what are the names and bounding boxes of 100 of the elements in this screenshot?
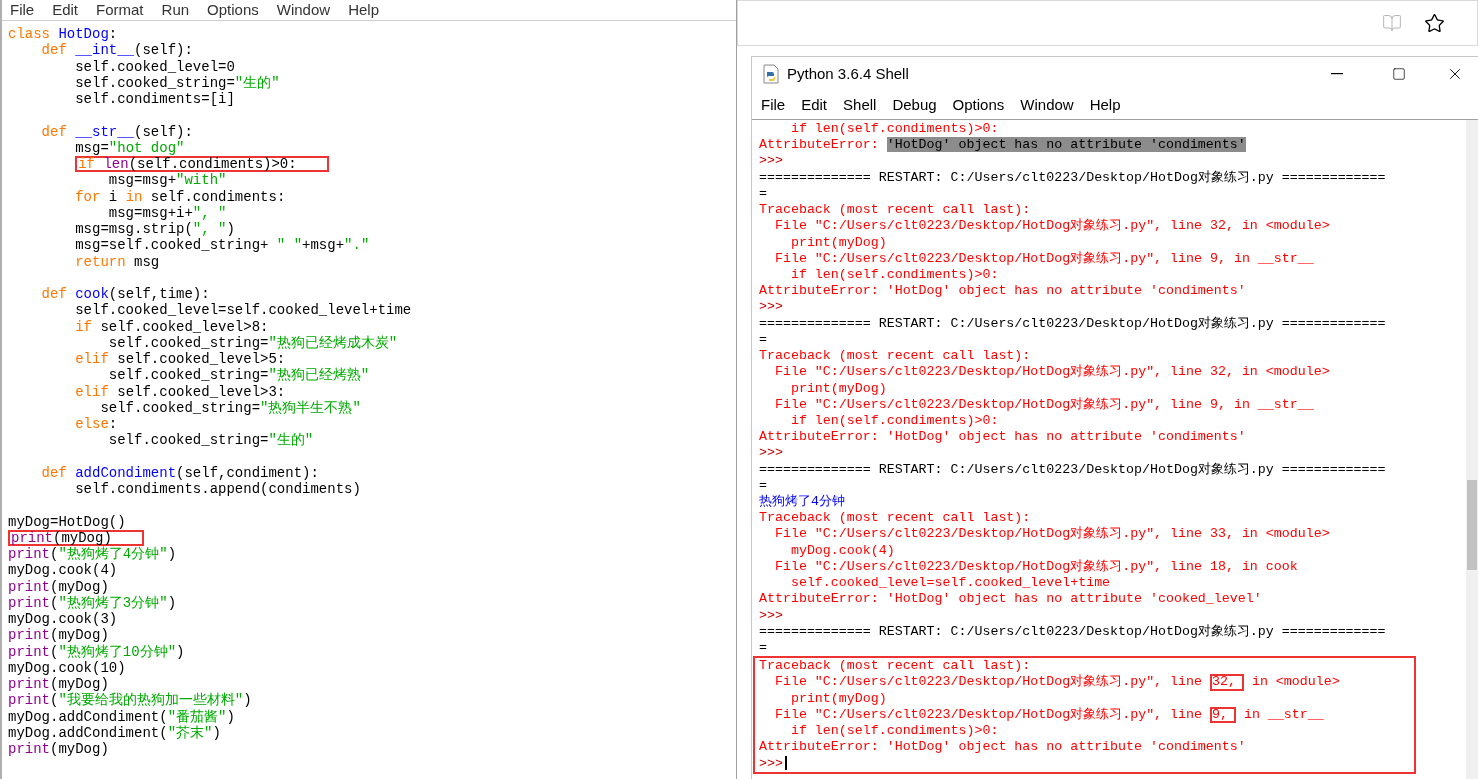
- shell-line: Traceback (most recent call last):: [759, 202, 1031, 219]
- menu-item[interactable]: Help: [348, 1, 379, 19]
- code-line: msg=msg+i+", ": [107, 204, 227, 221]
- code-line: self.condiments.append(condiments): [74, 481, 361, 498]
- code-line: def addCondiment(self,condiment):: [40, 464, 319, 481]
- shell-line: print(myDog): [789, 380, 887, 397]
- code-line: myDog.addCondiment("番茄酱"): [8, 708, 235, 725]
- shell-line: File "C:/Users/clt0223/Desktop/HotDog对象练习.py", line 32, in <module>: [773, 674, 1340, 691]
- menu-item[interactable]: Debug: [892, 93, 937, 117]
- code-line: msg=msg+"with": [107, 172, 227, 189]
- code-line: myDog.addCondiment("芥末"): [8, 724, 221, 741]
- code-line: def __str__(self):: [40, 123, 193, 140]
- code-line: print("热狗烤了4分钟"): [8, 546, 177, 563]
- shell-line: =: [759, 640, 767, 657]
- code-line: return msg: [74, 253, 160, 270]
- code-line: self.condiments=[i]: [74, 91, 235, 108]
- shell-line: AttributeError: 'HotDog' object has no attribute 'condiments': [759, 283, 1246, 300]
- menu-item[interactable]: File: [761, 93, 786, 117]
- maximize-icon: [1392, 67, 1406, 81]
- code-line: print(myDog): [8, 676, 109, 692]
- code-line: print(myDog): [8, 741, 109, 758]
- menu-item[interactable]: Edit: [52, 1, 79, 19]
- code-line: print("热狗烤了10分钟"): [8, 643, 185, 660]
- shell-line: ============== RESTART: C:/Users/clt0223/Desktop/HotDog对象练习.py =============: [759, 623, 1386, 640]
- menu-item[interactable]: Options: [207, 1, 259, 19]
- code-line: msg=msg.strip(", "): [74, 221, 235, 238]
- code-line: msg="hot dog": [74, 139, 185, 156]
- code-line: def __int__(self):: [40, 42, 193, 59]
- shell-line: File "C:/Users/clt0223/Desktop/HotDog对象练习.py", line 9, in __str__: [773, 396, 1314, 413]
- shell-line: if len(self.condiments)>0:: [789, 412, 999, 430]
- shell-line: >>>: [759, 755, 787, 772]
- shell-line: >>>: [759, 299, 783, 316]
- menu-item[interactable]: Window: [1020, 93, 1074, 117]
- code-line: self.cooked_level=self.cooked_level+time: [74, 302, 412, 319]
- shell-line: File "C:/Users/clt0223/Desktop/HotDog对象练习.py", line 18, in cook: [773, 558, 1298, 576]
- shell-line: File "C:/Users/clt0223/Desktop/HotDog对象练习.py", line 32, in <module>: [773, 364, 1330, 381]
- code-line: class HotDog:: [8, 26, 118, 43]
- menu-item[interactable]: Run: [161, 1, 190, 19]
- code-line: myDog.cook(10): [8, 659, 126, 676]
- shell-line: File "C:/Users/clt0223/Desktop/HotDog对象练习.py", line 33, in <module>: [773, 526, 1330, 543]
- shell-line: print(myDog): [789, 234, 887, 251]
- code-line: if self.cooked_level>8:: [74, 318, 269, 335]
- code-line: self.cooked_level=0: [74, 58, 235, 75]
- shell-line: File "C:/Users/clt0223/Desktop/HotDog对象练习.py", line 9, in __str__: [773, 706, 1324, 724]
- window-title: Python 3.6.4 Shell: [787, 63, 909, 84]
- menu-item[interactable]: Edit: [801, 93, 828, 117]
- shell-line: Traceback (most recent call last):: [759, 510, 1031, 527]
- code-line: self.cooked_string="生的": [107, 432, 314, 449]
- menu-item[interactable]: File: [10, 1, 35, 19]
- code-line: self.cooked_string="生的": [74, 74, 280, 91]
- shell-line: if len(self.condiments)>0:: [789, 723, 999, 740]
- shell-line: if len(self.condiments)>0:: [789, 266, 999, 284]
- shell-line: ============== RESTART: C:/Users/clt0223/Desktop/HotDog对象练习.py =============: [759, 315, 1386, 332]
- shell-line: >>>: [759, 607, 783, 624]
- shell-line: =: [759, 185, 767, 203]
- menu-item[interactable]: Format: [96, 1, 144, 19]
- shell-line: >>>: [759, 445, 783, 462]
- shell-line: AttributeError: 'HotDog' object has no attribute 'condiments': [759, 137, 1246, 154]
- code-line: elif self.cooked_level>3:: [74, 383, 286, 400]
- code-line: self.cooked_string="热狗已经烤成木炭": [107, 334, 398, 351]
- menu-item[interactable]: Window: [276, 1, 331, 19]
- menu-item[interactable]: Options: [952, 93, 1005, 117]
- code-line: print("我要给我的热狗加一些材料"): [8, 692, 252, 709]
- favorite-star-icon[interactable]: [1424, 12, 1445, 34]
- reading-view-icon[interactable]: [1382, 13, 1402, 33]
- code-line: self.cooked_string="热狗已经烤熟": [107, 367, 370, 384]
- code-line: def cook(self,time):: [40, 286, 210, 303]
- python-file-icon: [761, 64, 781, 84]
- code-line: myDog.cook(3): [8, 611, 118, 628]
- shell-line: AttributeError: 'HotDog' object has no attribute 'condiments': [759, 429, 1246, 446]
- shell-line: if len(self.condiments)>0:: [789, 121, 999, 138]
- shell-line: File "C:/Users/clt0223/Desktop/HotDog对象练习.py", line 9, in __str__: [773, 250, 1314, 267]
- code-line: self.cooked_string="热狗半生不熟": [99, 399, 361, 416]
- code-line: print(myDog): [8, 627, 109, 644]
- shell-line: AttributeError: 'HotDog' object has no attribute 'condiments': [759, 739, 1246, 756]
- code-line: elif self.cooked_level>5:: [74, 351, 286, 368]
- shell-line: print(myDog): [789, 690, 887, 707]
- menu-item[interactable]: Help: [1089, 93, 1121, 117]
- shell-line: myDog.cook(4): [789, 542, 895, 559]
- shell-line: File "C:/Users/clt0223/Desktop/HotDog对象练习.py", line 32, in <module>: [773, 218, 1330, 235]
- code-line: for i in self.condiments:: [74, 188, 286, 205]
- code-line: myDog.cook(4): [8, 562, 118, 579]
- code-line: myDog=HotDog(): [8, 513, 126, 530]
- shell-line: =: [759, 331, 767, 349]
- minimize-icon: [1331, 73, 1343, 75]
- shell-line: >>>: [759, 153, 783, 170]
- menu-item[interactable]: Shell: [843, 93, 877, 117]
- shell-line: AttributeError: 'HotDog' object has no attribute 'cooked_level': [759, 591, 1262, 608]
- scrollbar[interactable]: [1466, 120, 1478, 779]
- shell-line: ============== RESTART: C:/Users/clt0223/Desktop/HotDog对象练习.py =============: [759, 169, 1386, 186]
- shell-line: self.cooked_level=self.cooked_level+time: [789, 575, 1111, 592]
- shell-line: =: [759, 477, 767, 494]
- shell-line: Traceback (most recent call last):: [759, 348, 1031, 365]
- code-line: print(myDog): [8, 578, 109, 595]
- shell-line: Traceback (most recent call last):: [759, 658, 1031, 675]
- code-line: else:: [74, 416, 118, 433]
- shell-line: ============== RESTART: C:/Users/clt0223/Desktop/HotDog对象练习.py =============: [759, 461, 1386, 478]
- code-line: print("热狗烤了3分钟"): [8, 594, 177, 611]
- shell-line: 热狗烤了4分钟: [759, 494, 845, 511]
- code-line: msg=self.cooked_string+ " "+msg+".": [74, 237, 370, 254]
